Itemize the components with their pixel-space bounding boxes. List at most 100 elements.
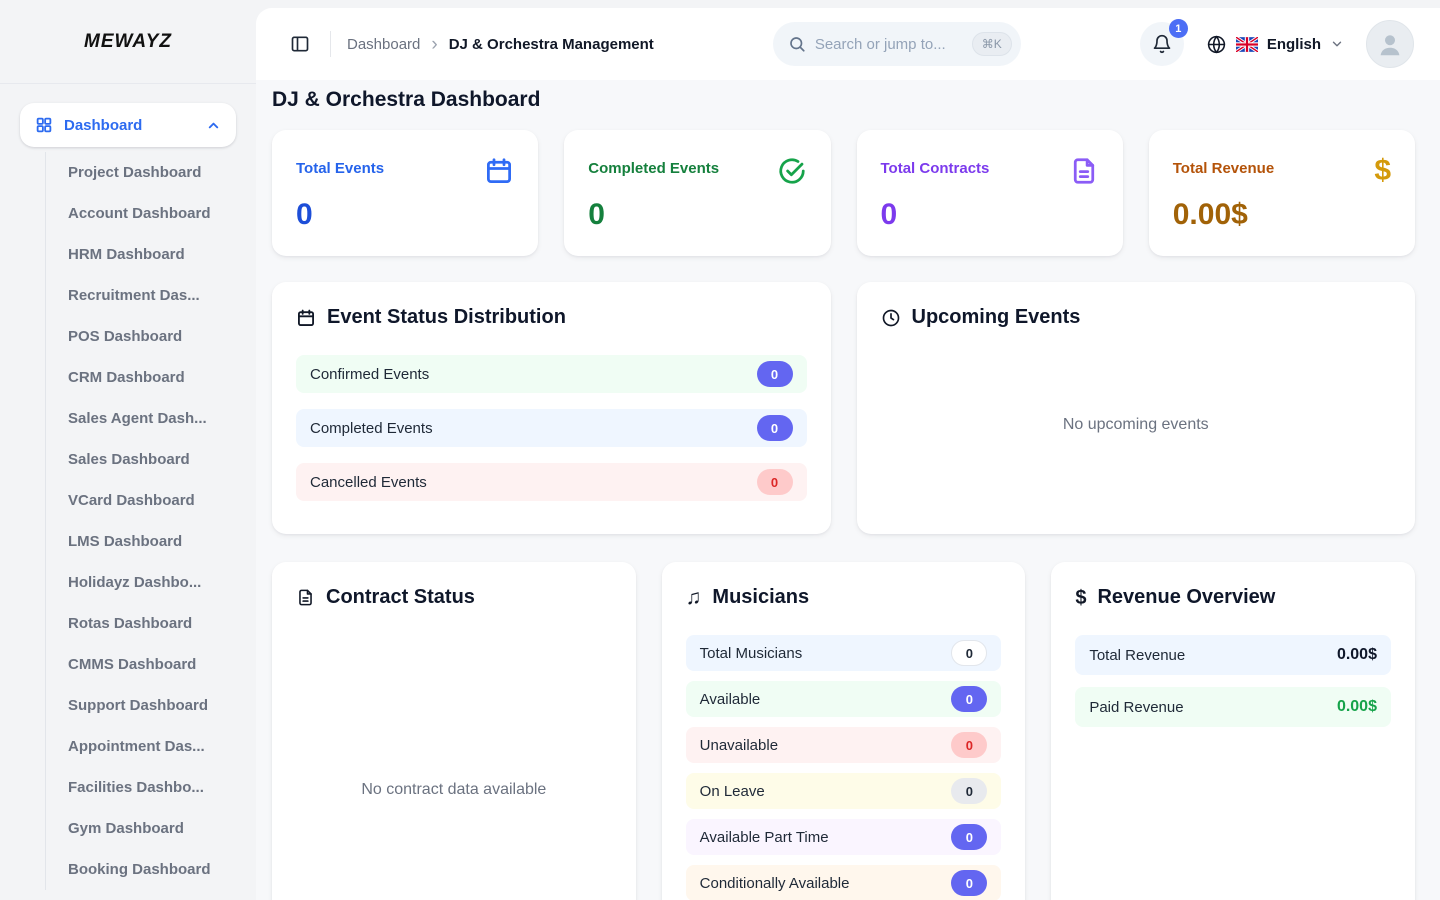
file-icon <box>296 588 315 607</box>
count-badge: 0 <box>951 640 987 666</box>
row-label: Available Part Time <box>700 829 829 846</box>
chevron-down-icon <box>1330 37 1344 51</box>
sidebar-item-facilities[interactable]: Facilities Dashbo... <box>68 767 236 808</box>
stat-card-total-contracts: Total Contracts 0 <box>857 130 1123 256</box>
empty-state-text: No contract data available <box>296 635 612 900</box>
row-label: Paid Revenue <box>1089 699 1183 716</box>
sidebar-item-rotas[interactable]: Rotas Dashboard <box>68 603 236 644</box>
clock-icon <box>881 308 901 328</box>
status-row-confirmed: Confirmed Events 0 <box>296 355 807 393</box>
sidebar-item-vcard[interactable]: VCard Dashboard <box>68 480 236 521</box>
sidebar-item-crm[interactable]: CRM Dashboard <box>68 357 236 398</box>
music-note-icon: ♫ <box>686 588 702 608</box>
panel-left-icon <box>290 34 310 54</box>
musician-row-unavailable: Unavailable 0 <box>686 727 1002 763</box>
musician-row-part-time: Available Part Time 0 <box>686 819 1002 855</box>
row-label: Total Musicians <box>700 645 803 662</box>
search-bar[interactable]: ⌘K <box>773 22 1021 66</box>
sidebar-subnav: Project Dashboard Account Dashboard HRM … <box>45 152 236 890</box>
sidebar-toggle-button[interactable] <box>282 26 318 62</box>
sidebar: MEWAYZ Dashboard Project Dashboard Accou… <box>0 0 256 900</box>
bell-icon <box>1152 34 1172 54</box>
count-badge: 0 <box>951 732 987 758</box>
bottom-row: Contract Status No contract data availab… <box>272 562 1415 900</box>
person-icon <box>1375 29 1405 59</box>
count-badge: 0 <box>757 469 793 495</box>
stat-label: Total Revenue <box>1173 160 1274 177</box>
sidebar-item-holidayz[interactable]: Holidayz Dashbo... <box>68 562 236 603</box>
dollar-icon: $ <box>1374 156 1391 186</box>
logo-wrap: MEWAYZ <box>0 0 256 84</box>
count-badge: 0 <box>951 870 987 896</box>
count-badge: 0 <box>951 824 987 850</box>
status-row-completed: Completed Events 0 <box>296 409 807 447</box>
musician-row-total: Total Musicians 0 <box>686 635 1002 671</box>
top-header: Dashboard › DJ & Orchestra Management ⌘K… <box>256 8 1440 80</box>
sidebar-item-recruitment[interactable]: Recruitment Das... <box>68 275 236 316</box>
row-value: 0.00$ <box>1337 698 1377 716</box>
stat-card-row: Total Events 0 Completed Events <box>272 130 1415 256</box>
stat-card-total-events: Total Events 0 <box>272 130 538 256</box>
sidebar-item-lms[interactable]: LMS Dashboard <box>68 521 236 562</box>
status-row-cancelled: Cancelled Events 0 <box>296 463 807 501</box>
brand-logo[interactable]: MEWAYZ <box>84 31 172 53</box>
count-badge: 0 <box>757 361 793 387</box>
sidebar-item-booking[interactable]: Booking Dashboard <box>68 849 236 890</box>
row-value: 0.00$ <box>1337 646 1377 664</box>
panel-title: Musicians <box>712 586 809 609</box>
stat-value: 0 <box>881 198 1099 232</box>
breadcrumb: Dashboard › DJ & Orchestra Management <box>347 35 654 54</box>
language-selector[interactable]: English <box>1206 34 1344 55</box>
user-avatar[interactable] <box>1366 20 1414 68</box>
notification-count-badge: 1 <box>1169 19 1188 38</box>
revenue-overview-panel: $ Revenue Overview Total Revenue 0.00$ P… <box>1051 562 1415 900</box>
row-label: Unavailable <box>700 737 778 754</box>
stat-label: Total Events <box>296 160 384 177</box>
status-label: Completed Events <box>310 420 433 437</box>
globe-icon <box>1206 34 1227 55</box>
panel-title: Contract Status <box>326 586 475 609</box>
stat-value: 0.00$ <box>1173 198 1391 232</box>
revenue-row-paid: Paid Revenue 0.00$ <box>1075 687 1391 727</box>
chevron-right-icon: › <box>431 35 437 54</box>
header-actions: 1 Engli <box>1140 20 1414 68</box>
sidebar-group-label: Dashboard <box>64 117 142 134</box>
status-label: Confirmed Events <box>310 366 429 383</box>
breadcrumb-current: DJ & Orchestra Management <box>449 36 654 53</box>
calendar-icon <box>484 156 514 186</box>
upcoming-events-panel: Upcoming Events No upcoming events <box>857 282 1416 534</box>
stat-card-completed-events: Completed Events 0 <box>564 130 830 256</box>
sidebar-item-cmms[interactable]: CMMS Dashboard <box>68 644 236 685</box>
sidebar-item-pos[interactable]: POS Dashboard <box>68 316 236 357</box>
calendar-icon <box>296 308 316 328</box>
empty-state-text: No upcoming events <box>881 355 1392 495</box>
row-label: Available <box>700 691 761 708</box>
count-badge: 0 <box>757 415 793 441</box>
stat-value: 0 <box>296 198 514 232</box>
contract-status-panel: Contract Status No contract data availab… <box>272 562 636 900</box>
musician-row-available: Available 0 <box>686 681 1002 717</box>
row-label: Total Revenue <box>1089 647 1185 664</box>
sidebar-item-sales[interactable]: Sales Dashboard <box>68 439 236 480</box>
language-label: English <box>1267 36 1321 53</box>
notifications-button[interactable]: 1 <box>1140 22 1184 66</box>
count-badge: 0 <box>951 686 987 712</box>
sidebar-group-dashboard[interactable]: Dashboard <box>20 103 236 147</box>
uk-flag-icon <box>1236 37 1258 52</box>
sidebar-item-sales-agent[interactable]: Sales Agent Dash... <box>68 398 236 439</box>
chevron-up-icon <box>206 118 221 133</box>
breadcrumb-parent[interactable]: Dashboard <box>347 36 420 53</box>
sidebar-item-support[interactable]: Support Dashboard <box>68 685 236 726</box>
revenue-row-total: Total Revenue 0.00$ <box>1075 635 1391 675</box>
sidebar-item-gym[interactable]: Gym Dashboard <box>68 808 236 849</box>
row-label: Conditionally Available <box>700 875 850 892</box>
search-input[interactable] <box>815 36 963 53</box>
stat-value: 0 <box>588 198 806 232</box>
sidebar-item-hrm[interactable]: HRM Dashboard <box>68 234 236 275</box>
sidebar-item-appointment[interactable]: Appointment Das... <box>68 726 236 767</box>
sidebar-item-account[interactable]: Account Dashboard <box>68 193 236 234</box>
panel-title: Event Status Distribution <box>327 306 566 329</box>
sidebar-item-project[interactable]: Project Dashboard <box>68 152 236 193</box>
stat-label: Completed Events <box>588 160 719 177</box>
status-label: Cancelled Events <box>310 474 427 491</box>
